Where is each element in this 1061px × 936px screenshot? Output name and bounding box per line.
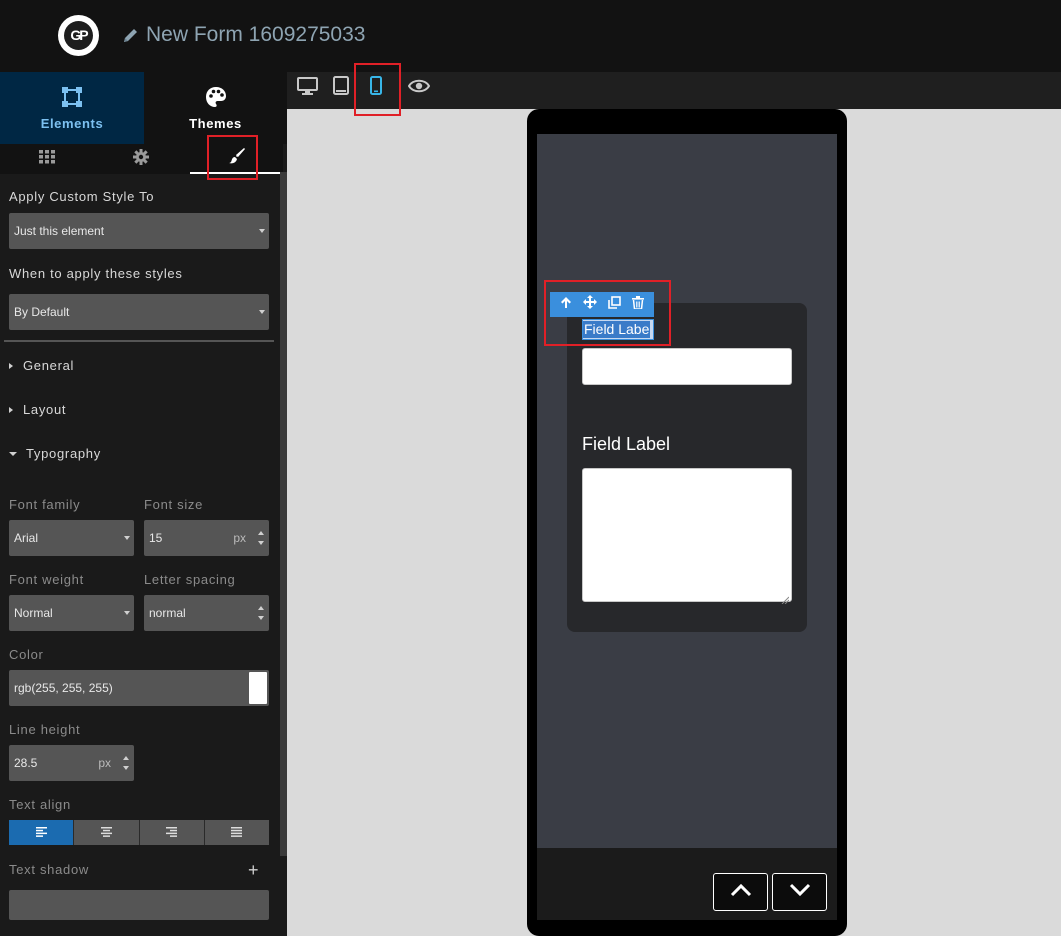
- tab-elements[interactable]: Elements: [0, 72, 144, 144]
- highlight-selected-element: [544, 280, 671, 346]
- section-layout-label: Layout: [23, 402, 67, 417]
- desktop-icon: [296, 76, 318, 100]
- tab-elements-label: Elements: [40, 115, 104, 131]
- resize-grip-icon[interactable]: [781, 591, 790, 605]
- text-shadow-field[interactable]: [9, 890, 269, 920]
- line-height-input[interactable]: 28.5 px: [9, 745, 134, 781]
- section-typography-label: Typography: [26, 446, 101, 461]
- apply-style-label: Apply Custom Style To: [9, 189, 155, 204]
- desktop-view-button[interactable]: [291, 72, 323, 104]
- when-apply-value: By Default: [14, 305, 70, 319]
- align-justify-button[interactable]: [204, 820, 269, 845]
- align-center-icon: [100, 824, 112, 842]
- caret-down-icon: [259, 229, 265, 233]
- app-logo[interactable]: GP: [58, 15, 99, 56]
- text-align-group: [9, 820, 269, 845]
- device-toolbar: [287, 72, 1061, 109]
- caret-right-icon: [9, 362, 13, 369]
- text-shadow-label: Text shadow: [9, 862, 89, 877]
- font-weight-label: Font weight: [9, 572, 84, 587]
- line-height-label: Line height: [9, 722, 81, 737]
- tab-themes[interactable]: Themes: [144, 72, 287, 144]
- previous-button[interactable]: [713, 873, 768, 911]
- caret-down-icon: [9, 451, 17, 456]
- letter-spacing-input[interactable]: normal: [144, 595, 269, 631]
- color-label: Color: [9, 647, 44, 662]
- top-bar: GP New Form 1609275033: [0, 0, 1061, 72]
- spinner-icon[interactable]: [258, 606, 265, 620]
- font-size-input[interactable]: 15 px: [144, 520, 269, 556]
- tab-themes-label: Themes: [189, 115, 242, 131]
- subtab-settings[interactable]: [94, 144, 188, 174]
- caret-down-icon: [124, 611, 130, 615]
- elements-icon: [61, 86, 83, 110]
- font-weight-value: Normal: [14, 606, 53, 620]
- gear-icon: [133, 148, 149, 170]
- section-layout[interactable]: Layout: [9, 402, 66, 417]
- when-apply-label: When to apply these styles: [9, 266, 183, 281]
- eye-icon: [407, 79, 431, 98]
- grid-icon: [39, 149, 55, 169]
- textarea-field[interactable]: [582, 468, 792, 605]
- form-title-text: New Form 1609275033: [146, 23, 366, 46]
- letter-spacing-label: Letter spacing: [144, 572, 236, 587]
- align-left-button[interactable]: [9, 820, 75, 845]
- highlight-mobile-button: [354, 63, 401, 116]
- caret-down-icon: [259, 310, 265, 314]
- section-typography[interactable]: Typography: [9, 446, 101, 461]
- section-general[interactable]: General: [9, 358, 74, 373]
- font-size-value: 15: [149, 531, 163, 545]
- caret-down-icon: [124, 536, 130, 540]
- font-family-value: Arial: [14, 531, 39, 545]
- align-left-icon: [35, 824, 47, 842]
- line-height-unit: px: [98, 756, 111, 770]
- line-height-value: 28.5: [14, 756, 38, 770]
- align-right-icon: [166, 824, 178, 842]
- highlight-style-tab: [207, 135, 258, 180]
- tablet-view-button[interactable]: [325, 72, 357, 104]
- font-size-unit: px: [233, 531, 246, 545]
- font-family-select[interactable]: Arial: [9, 520, 134, 556]
- apply-style-select[interactable]: Just this element: [9, 213, 269, 249]
- align-center-button[interactable]: [74, 820, 140, 845]
- section-general-label: General: [23, 358, 75, 373]
- chevron-up-icon: [730, 883, 752, 902]
- align-justify-icon: [231, 824, 243, 842]
- when-apply-select[interactable]: By Default: [9, 294, 269, 330]
- divider: [4, 340, 274, 342]
- pencil-icon: [122, 26, 140, 44]
- font-family-label: Font family: [9, 497, 81, 512]
- field-label[interactable]: Field Label: [582, 434, 670, 455]
- tablet-icon: [333, 76, 349, 100]
- color-swatch[interactable]: [249, 672, 267, 704]
- add-shadow-button[interactable]: +: [248, 860, 259, 881]
- palette-icon: [205, 86, 227, 110]
- form-title[interactable]: New Form 1609275033: [122, 22, 365, 48]
- font-weight-select[interactable]: Normal: [9, 595, 134, 631]
- logo-mark: GP: [64, 21, 93, 50]
- letter-spacing-value: normal: [149, 606, 186, 620]
- font-size-label: Font size: [144, 497, 204, 512]
- caret-right-icon: [9, 406, 13, 413]
- text-align-label: Text align: [9, 797, 71, 812]
- spinner-icon[interactable]: [123, 756, 130, 770]
- color-value: rgb(255, 255, 255): [14, 681, 113, 695]
- color-input[interactable]: rgb(255, 255, 255): [9, 670, 269, 706]
- next-button[interactable]: [772, 873, 827, 911]
- subtab-blocks[interactable]: [0, 144, 94, 174]
- spinner-icon[interactable]: [258, 531, 265, 545]
- apply-style-value: Just this element: [14, 224, 105, 238]
- preview-button[interactable]: [403, 72, 435, 104]
- align-right-button[interactable]: [139, 820, 205, 845]
- chevron-down-icon: [789, 883, 811, 902]
- sidebar-scrollbar[interactable]: [280, 172, 287, 856]
- text-field[interactable]: [582, 348, 792, 385]
- main-tabs: Elements Themes: [0, 72, 287, 144]
